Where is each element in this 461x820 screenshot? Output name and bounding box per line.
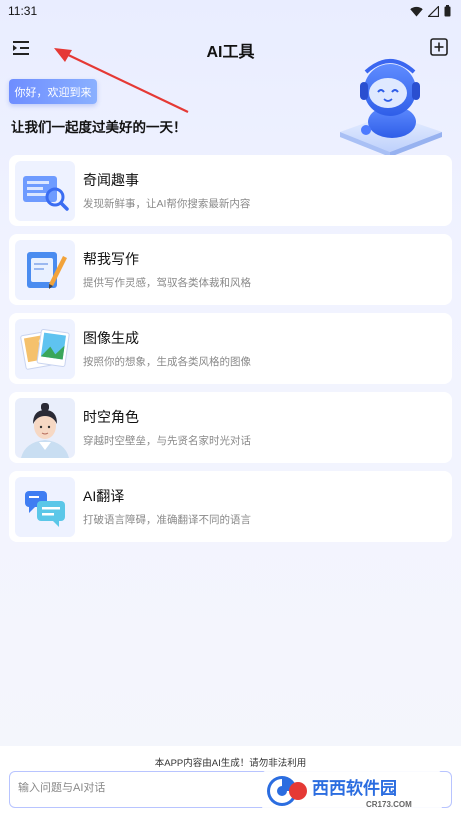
- chat-input[interactable]: [18, 782, 258, 794]
- wifi-icon: [410, 6, 423, 16]
- ai-disclaimer: 本APP内容由AI生成！请勿非法利用: [154, 758, 307, 769]
- tool-card-list: 奇闻趣事 发现新鲜事，让AI帮你搜索最新内容 帮我写作 提供写作灵感，驾驭各类体…: [9, 155, 452, 550]
- card-character[interactable]: 时空角色 穿越时空壁垒，与先贤名家时光对话: [9, 392, 452, 463]
- historical-character-avatar: [15, 397, 75, 458]
- watermark-brand: 西西软件园: [312, 778, 397, 798]
- ai-robot-mascot: [340, 59, 442, 157]
- card-description: 穿越时空壁垒，与先贤名家时光对话: [83, 435, 251, 447]
- greeting-badge: 你好，欢迎到来: [9, 79, 97, 104]
- signal-icon: [428, 5, 439, 17]
- writing-book-icon: [15, 239, 75, 300]
- watermark-logo: 西西软件园 CR173.COM: [262, 770, 442, 812]
- card-image-gen[interactable]: 图像生成 按照你的想象，生成各类风格的图像: [9, 313, 452, 384]
- slogan-text: 让我们一起度过美好的一天！: [11, 120, 187, 135]
- status-time: 11:31: [8, 4, 38, 18]
- translate-bubbles-icon: [15, 476, 75, 537]
- card-title: 时空角色: [83, 409, 139, 425]
- card-title: 奇闻趣事: [83, 172, 139, 188]
- card-description: 按照你的想象，生成各类风格的图像: [83, 356, 251, 368]
- card-news[interactable]: 奇闻趣事 发现新鲜事，让AI帮你搜索最新内容: [9, 155, 452, 226]
- card-title: AI翻译: [83, 488, 125, 504]
- card-description: 打破语言障碍，准确翻译不同的语言: [83, 514, 251, 526]
- image-gallery-icon: [15, 318, 75, 379]
- card-description: 发现新鲜事，让AI帮你搜索最新内容: [83, 198, 251, 210]
- card-writing[interactable]: 帮我写作 提供写作灵感，驾驭各类体裁和风格: [9, 234, 452, 305]
- search-doc-icon: [15, 160, 75, 221]
- card-description: 提供写作灵感，驾驭各类体裁和风格: [83, 277, 251, 289]
- status-bar: 11:31: [0, 0, 461, 22]
- watermark-site: CR173.COM: [366, 800, 412, 809]
- card-title: 帮我写作: [83, 251, 139, 267]
- card-title: 图像生成: [83, 330, 139, 346]
- card-translate[interactable]: AI翻译 打破语言障碍，准确翻译不同的语言: [9, 471, 452, 542]
- status-icons: [410, 5, 451, 17]
- battery-icon: [444, 5, 451, 17]
